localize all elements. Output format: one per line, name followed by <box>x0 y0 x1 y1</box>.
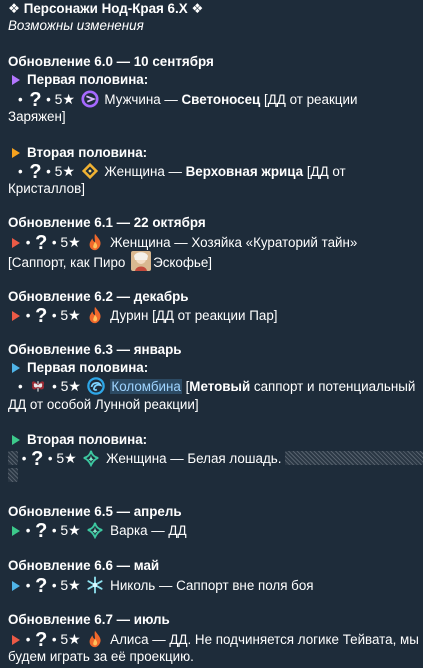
update-6-1-title: Обновление 6.1 — 22 октября <box>8 215 206 230</box>
bullet: • <box>18 379 23 394</box>
character-name: Верховная жрица <box>185 164 304 179</box>
question-icon: ? <box>35 232 48 254</box>
spoiler[interactable] <box>8 468 18 482</box>
update-6-3-title: Обновление 6.3 — январь <box>8 342 182 357</box>
character-name: Светоносец <box>181 92 261 107</box>
geo-element-icon <box>81 162 98 180</box>
rarity: 5★ <box>60 234 81 250</box>
bullet: • <box>46 92 51 107</box>
bullet: • <box>25 523 31 538</box>
bullet: • <box>51 308 57 323</box>
question-icon: ? <box>35 305 48 327</box>
character-entry-cont: будем играть за её проекцию. <box>8 649 194 664</box>
character-entry: • ? • 5★ Женщина — Хозяйка «Кураторий та… <box>8 232 417 254</box>
character-entry: • ? • 5★ Варка — ДД <box>8 520 417 542</box>
bullet: • <box>47 451 53 466</box>
question-icon: ? <box>31 448 44 470</box>
bullet: • <box>25 632 31 647</box>
orange-triangle-icon <box>12 148 20 158</box>
blue-triangle-icon <box>12 581 20 591</box>
character-entry-cont: Заряжен] <box>8 109 66 124</box>
bullet: • <box>25 578 31 593</box>
rarity: 5★ <box>54 91 75 107</box>
red-triangle-icon <box>12 311 20 321</box>
bullet: • <box>51 235 57 250</box>
character-entry: • ? • 5★ Мужчина — Светоносец [ДД от реа… <box>18 89 358 111</box>
bullet: • <box>25 235 31 250</box>
character-entry: • ? • 5★ Дурин [ДД от реакции Пар] <box>8 305 417 327</box>
escoffier-avatar-icon <box>131 251 152 271</box>
update-6-2-title: Обновление 6.2 — декабрь <box>8 289 189 304</box>
question-icon: ? <box>35 520 48 542</box>
green-triangle-icon <box>12 435 20 445</box>
rarity: 5★ <box>60 631 81 647</box>
bullet: • <box>51 578 57 593</box>
purple-triangle-icon <box>12 75 20 85</box>
red-triangle-icon <box>12 635 20 645</box>
butterfly-icon <box>32 381 45 392</box>
bullet: • <box>21 451 27 466</box>
spoiler[interactable] <box>285 451 423 465</box>
bullet: • <box>18 92 23 107</box>
question-icon: ? <box>29 89 42 111</box>
bullet: • <box>51 632 57 647</box>
bullet: • <box>52 379 57 394</box>
character-desc: Женщина — <box>104 164 186 179</box>
red-triangle-icon <box>12 238 20 248</box>
character-entry-cont <box>8 467 417 485</box>
character-entry: • ? • 5★ Женщина — Верховная жрица [ДД о… <box>18 161 346 183</box>
pyro-element-icon <box>90 630 101 648</box>
character-desc: Мужчина — <box>104 92 182 107</box>
question-icon: ? <box>29 161 42 183</box>
rarity: 5★ <box>60 577 81 593</box>
update-6-7-title: Обновление 6.7 — июль <box>8 612 170 627</box>
pyro-element-icon <box>90 306 101 324</box>
bullet: • <box>18 164 23 179</box>
cryo-element-icon <box>87 576 103 594</box>
rarity: 5★ <box>60 378 81 394</box>
hydro-element-icon <box>86 377 105 395</box>
pyro-element-icon <box>90 233 101 251</box>
character-entry: • ? • 5★ Алиса — ДД. Не подчиняется логи… <box>8 629 419 651</box>
rarity: 5★ <box>54 163 75 179</box>
character-entry: • ? • 5★ Женщина — Белая лошадь. <box>8 448 423 470</box>
update-6-0-title: Обновление 6.0 — 10 сентября <box>8 54 214 69</box>
anemo-element-icon <box>87 522 103 539</box>
half-label: Вторая половина: <box>8 431 417 449</box>
character-entry-cont: [Саппорт, как Пиро Эскофье] <box>8 251 417 272</box>
half-label: Первая половина: <box>8 71 417 89</box>
bullet: • <box>46 164 51 179</box>
character-entry: • ? • 5★ Николь — Саппорт вне поля боя <box>8 575 417 597</box>
kolombina-link[interactable]: Коломбина <box>110 379 182 394</box>
character-entry-cont: ДД от особой Лунной реакции] <box>8 397 199 412</box>
green-triangle-icon <box>12 526 20 536</box>
rarity: 5★ <box>60 522 81 538</box>
update-6-5-title: Обновление 6.5 — апрель <box>8 504 182 519</box>
question-icon: ? <box>35 629 48 651</box>
spoiler[interactable] <box>8 451 18 465</box>
character-entry-cont: Кристаллов] <box>8 181 85 196</box>
rarity: 5★ <box>56 450 77 466</box>
bullet: • <box>51 523 57 538</box>
post-title: ❖ Персонажи Нод-Края 6.X ❖ <box>8 1 204 16</box>
update-6-6-title: Обновление 6.6 — май <box>8 558 160 573</box>
half-label: Первая половина: <box>8 359 417 377</box>
post-subtitle: Возможны изменения <box>8 18 144 33</box>
bullet: • <box>25 308 31 323</box>
question-icon: ? <box>35 575 48 597</box>
electro-element-icon <box>81 90 99 108</box>
rarity: 5★ <box>60 307 81 323</box>
character-entry: • • 5★ Коломбина [Метовый саппорт и поте… <box>18 377 416 395</box>
anemo-element-icon <box>83 450 99 467</box>
blue-triangle-icon <box>12 363 20 373</box>
half-label: Вторая половина: <box>8 144 417 162</box>
